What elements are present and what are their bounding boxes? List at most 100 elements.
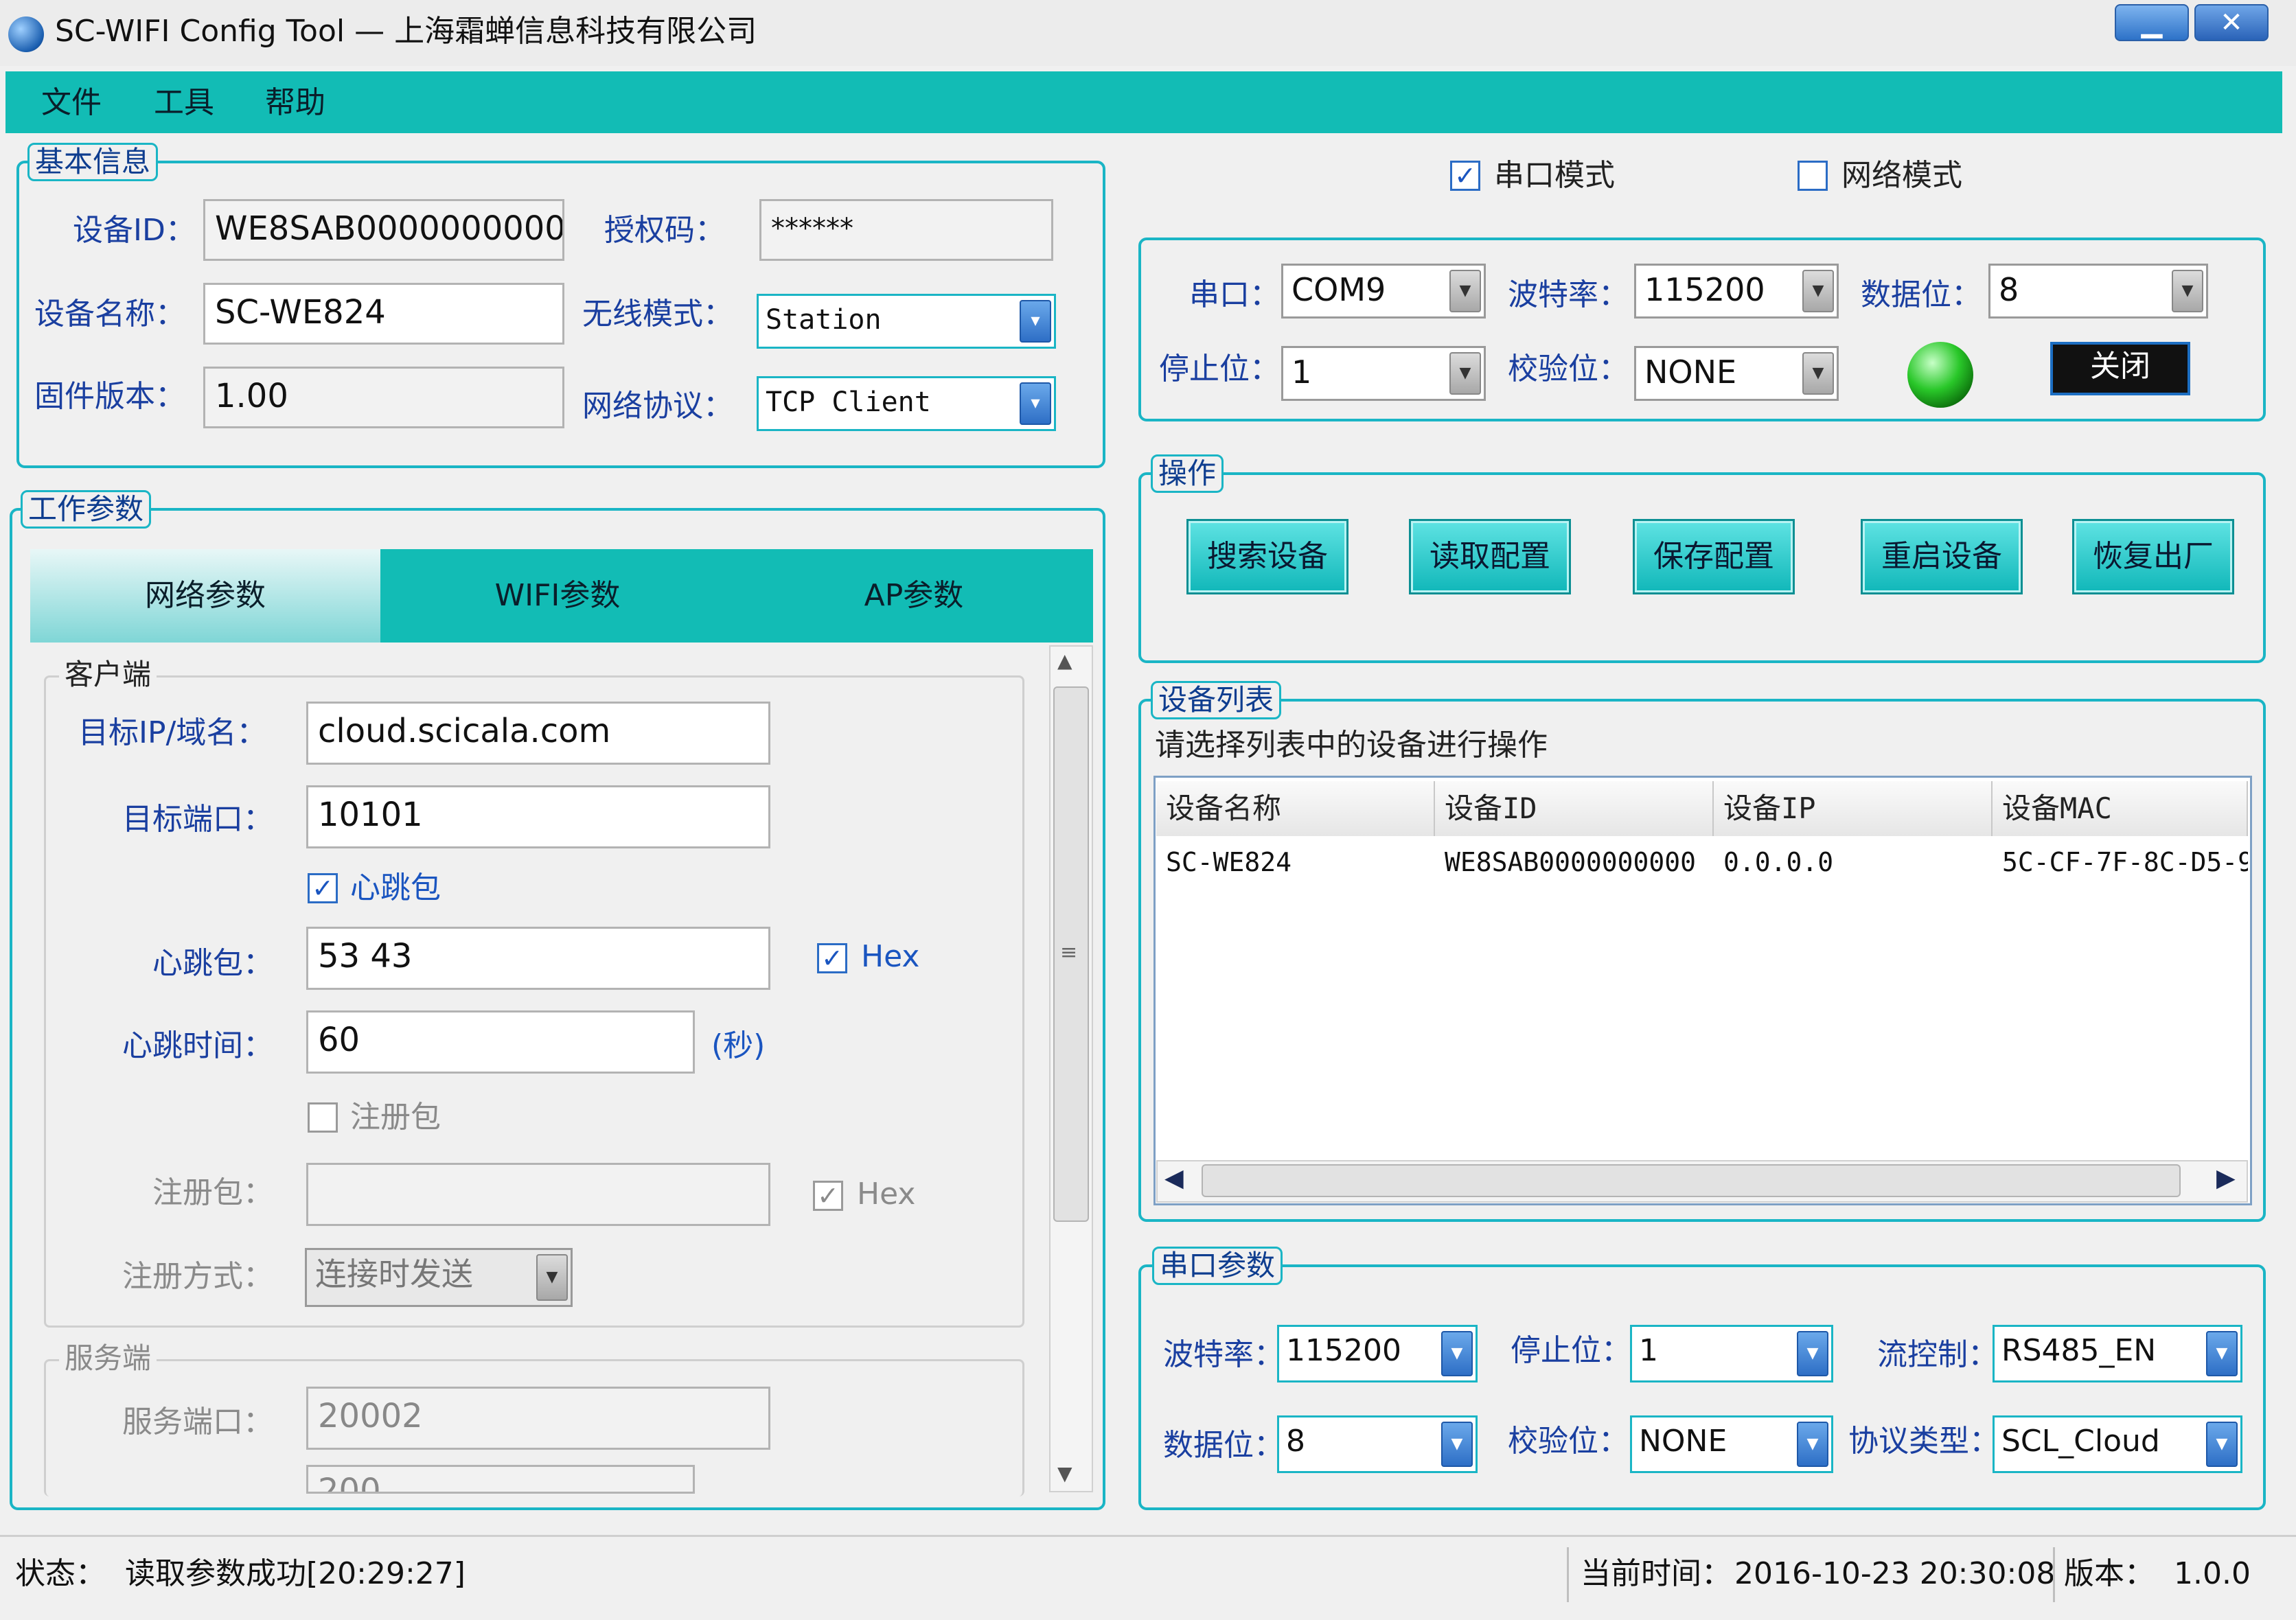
sp-stopbits-label: 停止位： [1511, 1333, 1631, 1368]
conn-parity-value: NONE [1644, 354, 1737, 391]
device-table-hscroll-thumb[interactable] [1202, 1164, 2181, 1197]
close-port-button[interactable]: 关闭 [2050, 342, 2190, 395]
conn-parity-select[interactable]: NONE ▼ [1634, 346, 1839, 401]
chevron-down-icon: ▼ [1802, 270, 1834, 312]
serial-mode-checkbox[interactable]: ✓ [1450, 161, 1480, 191]
conn-databits-select[interactable]: 8 ▼ [1988, 264, 2208, 319]
sp-protocol-select[interactable]: SCL_Cloud ▼ [1993, 1415, 2242, 1473]
scroll-up-icon[interactable]: ▲ [1057, 649, 1072, 672]
restart-device-button[interactable]: 重启设备 [1861, 519, 2023, 594]
net-protocol-select[interactable]: TCP Client ▼ [757, 376, 1056, 431]
serial-mode-label: 串口模式 [1494, 158, 1615, 193]
scroll-down-icon[interactable]: ▼ [1057, 1462, 1072, 1485]
server-port-field[interactable]: 20002 [306, 1387, 770, 1450]
heartbeat-time-field[interactable]: 60 [306, 1010, 695, 1074]
sp-baud-value: 115200 [1286, 1333, 1401, 1368]
firmware-label: 固件版本： [34, 379, 185, 414]
serial-params-legend: 串口参数 [1152, 1247, 1283, 1285]
save-config-button[interactable]: 保存配置 [1633, 519, 1795, 594]
net-protocol-value: TCP Client [766, 386, 931, 418]
auth-code-field[interactable]: ****** [759, 199, 1053, 261]
wireless-mode-label: 无线模式： [582, 297, 733, 332]
register-mode-select[interactable]: 连接时发送 ▼ [305, 1248, 573, 1307]
column-header-name[interactable]: 设备名称 [1156, 781, 1435, 836]
register-hex-checkbox[interactable]: ✓ [813, 1181, 843, 1211]
target-port-field[interactable]: 10101 [306, 785, 770, 848]
conn-stopbits-value: 1 [1292, 354, 1312, 391]
register-field[interactable] [306, 1163, 770, 1226]
conn-baud-label: 波特率： [1508, 277, 1629, 312]
port-select[interactable]: COM9 ▼ [1281, 264, 1486, 319]
basic-info-legend: 基本信息 [27, 143, 159, 181]
sp-flow-select[interactable]: RS485_EN ▼ [1993, 1325, 2242, 1382]
port-label: 串口： [1189, 277, 1280, 312]
server-partial-field[interactable]: 200 [306, 1465, 695, 1494]
chevron-down-icon: ▼ [1802, 352, 1834, 395]
version-label: 版本： [2064, 1556, 2155, 1591]
sp-stopbits-select[interactable]: 1 ▼ [1630, 1325, 1833, 1382]
conn-baud-value: 115200 [1644, 271, 1765, 308]
register-hex-label: Hex [857, 1177, 916, 1212]
heartbeat-field[interactable]: 53 43 [306, 927, 770, 990]
minimize-button[interactable]: ▁ [2115, 4, 2189, 41]
tab-network-params[interactable]: 网络参数 [30, 549, 380, 643]
heartbeat-checkbox[interactable]: ✓ [308, 873, 338, 903]
conn-stopbits-label: 停止位： [1159, 351, 1280, 386]
firmware-field[interactable]: 1.00 [203, 367, 564, 428]
network-mode-checkbox[interactable] [1798, 161, 1828, 191]
chevron-down-icon: ▼ [1020, 300, 1051, 343]
menu-bar [5, 71, 2282, 133]
menu-help[interactable]: 帮助 [265, 82, 325, 124]
sp-protocol-value: SCL_Cloud [2001, 1424, 2160, 1459]
column-header-ip[interactable]: 设备IP [1714, 781, 1993, 836]
chevron-down-icon: ▼ [536, 1254, 568, 1301]
wireless-mode-select[interactable]: Station ▼ [757, 294, 1056, 349]
column-header-id[interactable]: 设备ID [1435, 781, 1714, 836]
sp-parity-label: 校验位： [1508, 1424, 1629, 1459]
status-divider [1567, 1547, 1569, 1602]
sp-parity-select[interactable]: NONE ▼ [1630, 1415, 1833, 1473]
cell-device-ip: 0.0.0.0 [1723, 847, 1834, 877]
target-ip-field[interactable]: cloud.scicala.com [306, 702, 770, 765]
chevron-down-icon: ▼ [1797, 1331, 1828, 1376]
close-window-button[interactable]: ✕ [2194, 4, 2269, 41]
tab-wifi-params[interactable]: WIFI参数 [380, 549, 735, 643]
register-checkbox[interactable] [308, 1102, 338, 1133]
sp-databits-label: 数据位： [1163, 1428, 1284, 1463]
status-text: 读取参数成功[20:29:27] [125, 1556, 466, 1591]
chevron-down-icon: ▼ [2172, 270, 2203, 312]
conn-baud-select[interactable]: 115200 ▼ [1634, 264, 1839, 319]
target-port-label: 目标端口： [122, 802, 273, 837]
sp-baud-select[interactable]: 115200 ▼ [1277, 1325, 1478, 1382]
read-config-button[interactable]: 读取配置 [1409, 519, 1571, 594]
device-name-field[interactable]: SC-WE824 [203, 283, 564, 345]
tab-ap-params[interactable]: AP参数 [735, 549, 1093, 643]
sp-databits-select[interactable]: 8 ▼ [1277, 1415, 1478, 1473]
column-header-mac[interactable]: 设备MAC [1993, 781, 2248, 836]
chevron-down-icon: ▼ [1449, 352, 1481, 395]
window-title: SC-WIFI Config Tool — 上海霜蝉信息科技有限公司 [55, 14, 757, 49]
seconds-unit-label: (秒) [711, 1028, 766, 1063]
factory-reset-button[interactable]: 恢复出厂 [2072, 519, 2234, 594]
operations-legend: 操作 [1151, 454, 1224, 493]
menu-file[interactable]: 文件 [41, 82, 102, 124]
heartbeat-label: 心跳包： [152, 946, 273, 981]
search-device-button[interactable]: 搜索设备 [1186, 519, 1348, 594]
sp-parity-value: NONE [1639, 1424, 1727, 1459]
chevron-down-icon: ▼ [2206, 1422, 2238, 1467]
conn-stopbits-select[interactable]: 1 ▼ [1281, 346, 1486, 401]
menu-tools[interactable]: 工具 [154, 82, 214, 124]
target-ip-label: 目标IP/域名： [78, 715, 267, 750]
wireless-mode-value: Station [766, 304, 882, 336]
server-legend: 服务端 [59, 1341, 157, 1376]
scroll-right-icon[interactable]: ▶ [2216, 1164, 2236, 1192]
device-id-field[interactable]: WE8SAB0000000000 [203, 199, 564, 261]
serial-params-group [1138, 1264, 2266, 1510]
client-group [44, 675, 1024, 1328]
work-params-legend: 工作参数 [21, 490, 152, 529]
sp-flow-value: RS485_EN [2001, 1333, 2157, 1368]
sp-stopbits-value: 1 [1639, 1333, 1658, 1368]
register-checkbox-label: 注册包 [350, 1100, 441, 1135]
scroll-left-icon[interactable]: ◀ [1164, 1164, 1184, 1192]
heartbeat-hex-checkbox[interactable]: ✓ [817, 943, 847, 973]
